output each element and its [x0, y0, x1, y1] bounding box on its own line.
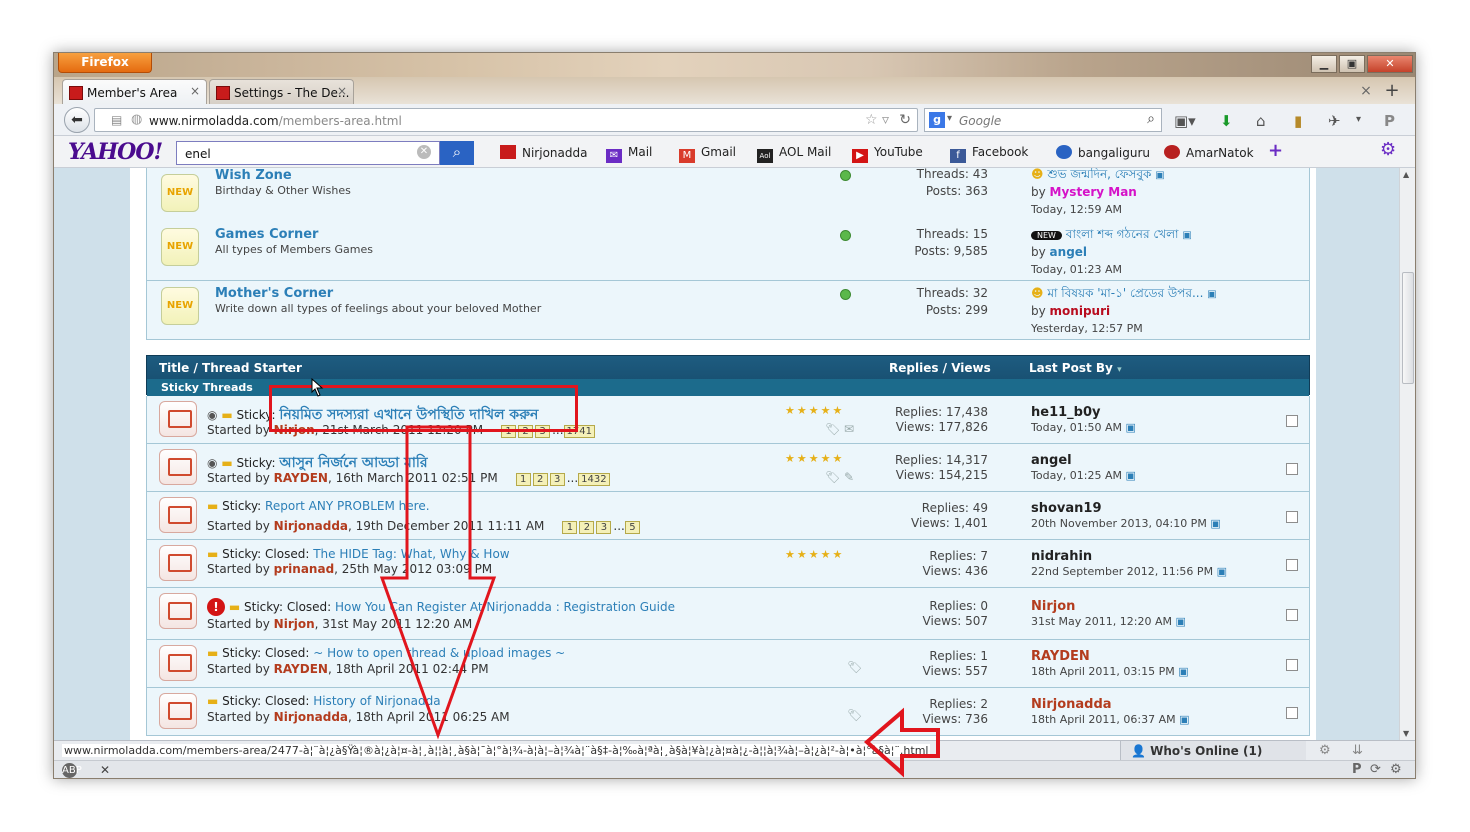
down-arrow-icon — [379, 425, 497, 740]
left-arrow-icon — [863, 707, 940, 778]
mouse-cursor-icon — [311, 377, 324, 397]
annotation-arrows — [311, 377, 940, 778]
